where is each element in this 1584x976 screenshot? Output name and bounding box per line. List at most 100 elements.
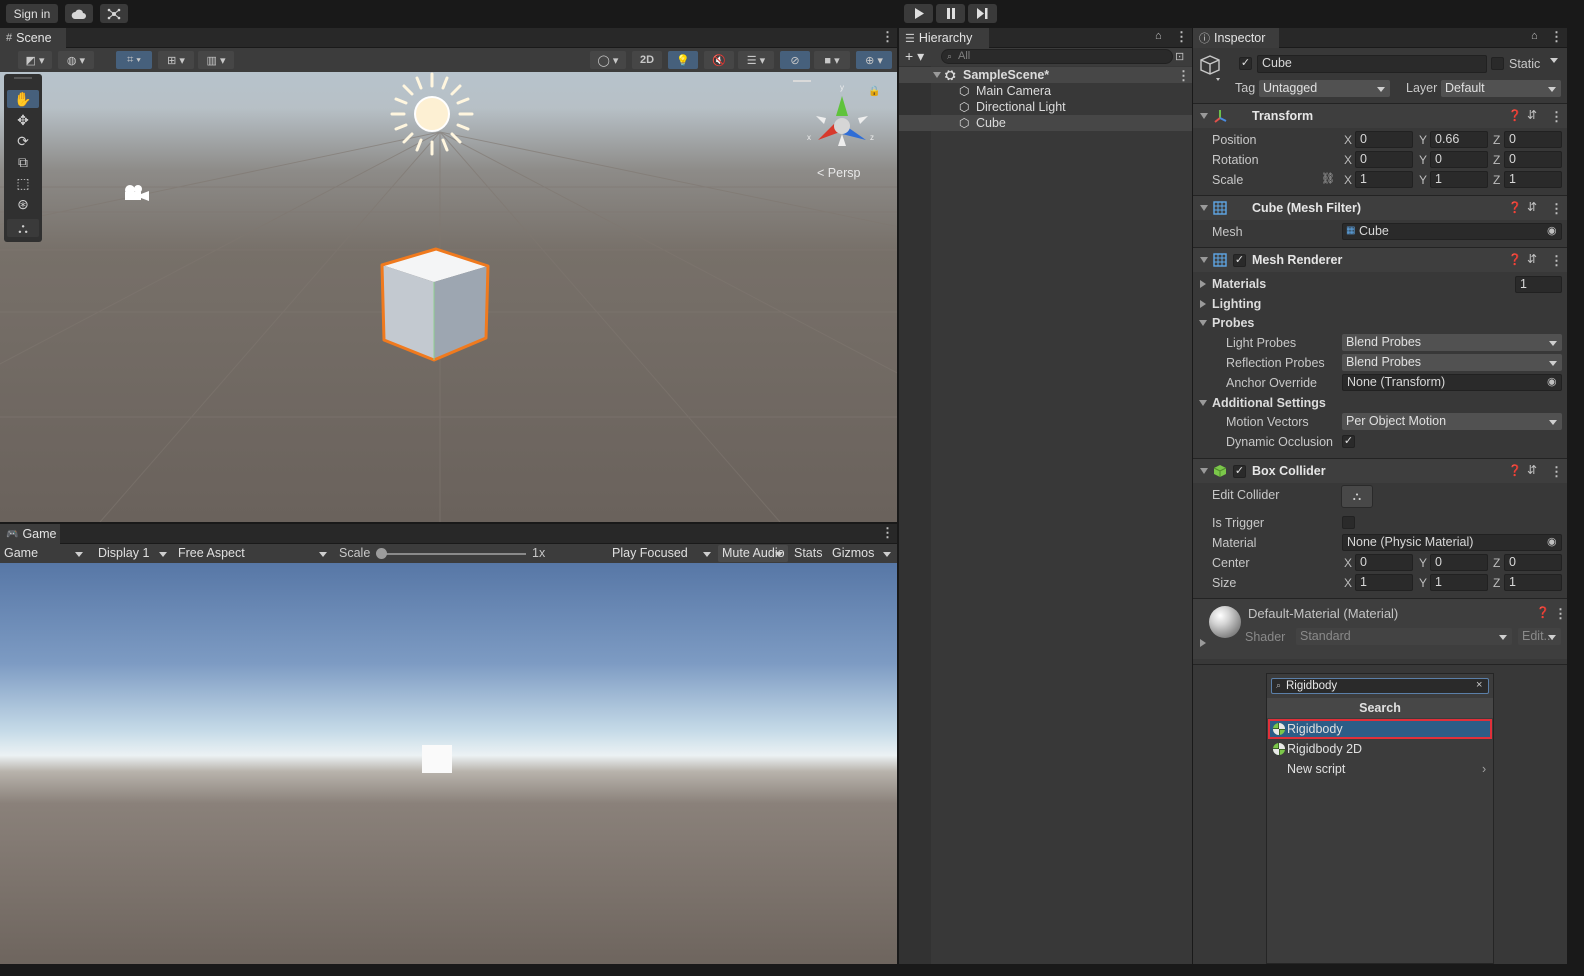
layer-dropdown[interactable]: Default	[1441, 80, 1561, 97]
additional-settings-foldout[interactable]: Additional Settings	[1212, 396, 1326, 410]
audio-toggle[interactable]: 🔇	[704, 51, 734, 69]
game-view-dropdown[interactable]: Game	[0, 545, 88, 562]
scene-row[interactable]: ⛭ SampleScene* ⋮	[899, 67, 1192, 83]
presets-icon[interactable]: ⇵	[1527, 108, 1537, 122]
presets-icon[interactable]: ⇵	[1527, 252, 1537, 266]
effects-dropdown[interactable]: ☰ ▾	[738, 51, 774, 69]
hierarchy-lock-icon[interactable]: ⌂	[1155, 30, 1162, 42]
component-menu-icon[interactable]: ⋮	[1550, 110, 1563, 123]
tab-game[interactable]: 🎮 Game	[0, 524, 60, 544]
render-mode-dropdown[interactable]: ◍ ▾	[58, 51, 94, 69]
scene-menu-icon[interactable]: ⋮	[881, 30, 894, 43]
shader-dropdown[interactable]: Standard	[1296, 628, 1512, 645]
center-z-field[interactable]: 0	[1504, 554, 1562, 571]
scene-row-menu-icon[interactable]: ⋮	[1177, 69, 1190, 82]
expand-arrow-icon[interactable]	[1200, 639, 1206, 647]
aspect-dropdown[interactable]: Free Aspect	[174, 545, 332, 562]
hierarchy-menu-icon[interactable]: ⋮	[1175, 30, 1188, 43]
help-icon[interactable]: ❓	[1536, 606, 1550, 619]
scale-y-field[interactable]: 1	[1430, 171, 1488, 188]
expand-arrow-icon[interactable]	[1200, 280, 1206, 288]
scene-view[interactable]: y x z 🔒 < Persp	[0, 72, 897, 522]
dynamic-occlusion-checkbox[interactable]: ✓	[1342, 435, 1355, 448]
gizmos-game-dropdown[interactable]: Gizmos	[828, 545, 896, 562]
hierarchy-item[interactable]: ⬡ Main Camera	[899, 83, 1192, 99]
object-name-input[interactable]: Cube	[1257, 55, 1487, 73]
result-rigidbody[interactable]: Rigidbody	[1268, 719, 1492, 739]
component-menu-icon[interactable]: ⋮	[1550, 202, 1563, 215]
probes-foldout[interactable]: Probes	[1212, 316, 1254, 330]
scale-slider-track[interactable]	[380, 553, 526, 555]
constrain-proportions-icon[interactable]: ⛓	[1321, 172, 1335, 185]
hierarchy-item[interactable]: ⬡ Directional Light	[899, 99, 1192, 115]
center-y-field[interactable]: 0	[1430, 554, 1488, 571]
2d-toggle[interactable]: 2D	[632, 51, 662, 69]
reflection-probes-dropdown[interactable]: Blend Probes	[1342, 354, 1562, 371]
collapse-arrow-icon[interactable]	[1200, 257, 1208, 263]
scene-visibility-toggle[interactable]: ⊘	[780, 51, 810, 69]
help-icon[interactable]: ❓	[1508, 253, 1522, 266]
hierarchy-item-selected[interactable]: ⬡ Cube	[899, 115, 1192, 131]
orientation-gizmo[interactable]: y x z	[806, 82, 876, 152]
display-dropdown[interactable]: Display 1	[94, 545, 172, 562]
step-button[interactable]	[968, 4, 997, 23]
component-menu-icon[interactable]: ⋮	[1550, 254, 1563, 267]
gizmos-dropdown[interactable]: ⊕ ▾	[856, 51, 892, 69]
play-button[interactable]	[904, 4, 933, 23]
create-dropdown[interactable]: + ▾	[905, 48, 924, 65]
stats-toggle[interactable]: Stats	[794, 546, 823, 560]
component-menu-icon[interactable]: ⋮	[1550, 465, 1563, 478]
play-mode-dropdown[interactable]: Play Focused	[608, 545, 716, 562]
collapse-arrow-icon[interactable]	[1200, 205, 1208, 211]
move-tool-button[interactable]: ✥	[7, 111, 39, 129]
increment-snap-toggle[interactable]: ⊞ ▾	[158, 51, 194, 69]
shader-edit-button[interactable]: Edit...	[1518, 628, 1561, 645]
tab-inspector[interactable]: ⓘ Inspector	[1193, 28, 1279, 48]
transform-tool-button[interactable]: ⊛	[7, 195, 39, 213]
object-picker-icon[interactable]: ◉	[1547, 224, 1557, 237]
scale-x-field[interactable]: 1	[1355, 171, 1413, 188]
inspector-menu-icon[interactable]: ⋮	[1550, 30, 1563, 43]
presets-icon[interactable]: ⇵	[1527, 463, 1537, 477]
expand-arrow-icon[interactable]	[933, 72, 941, 78]
box-collider-enabled-checkbox[interactable]: ✓	[1233, 465, 1246, 478]
position-y-field[interactable]: 0.66	[1430, 131, 1488, 148]
is-trigger-checkbox[interactable]	[1342, 516, 1355, 529]
custom-tool-button[interactable]: ⛬	[7, 219, 39, 237]
size-z-field[interactable]: 1	[1504, 574, 1562, 591]
rotation-x-field[interactable]: 0	[1355, 151, 1413, 168]
scale-z-field[interactable]: 1	[1504, 171, 1562, 188]
rotation-y-field[interactable]: 0	[1430, 151, 1488, 168]
hand-tool-button[interactable]: ✋	[7, 90, 39, 108]
lighting-foldout[interactable]: Lighting	[1212, 297, 1261, 311]
expand-arrow-icon[interactable]	[1200, 300, 1206, 308]
collider-material-field[interactable]: None (Physic Material)	[1342, 534, 1562, 551]
static-dropdown-arrow[interactable]	[1550, 58, 1558, 63]
collapse-arrow-icon[interactable]	[1200, 113, 1208, 119]
hierarchy-search-input[interactable]: All	[941, 49, 1173, 64]
collapse-arrow-icon[interactable]	[1199, 320, 1207, 326]
rotate-tool-button[interactable]: ⟳	[7, 132, 39, 150]
rect-tool-button[interactable]: ⬚	[7, 174, 39, 192]
help-icon[interactable]: ❓	[1508, 109, 1522, 122]
center-x-field[interactable]: 0	[1355, 554, 1413, 571]
gizmo-lock-icon[interactable]: 🔒	[868, 86, 880, 97]
mesh-renderer-enabled-checkbox[interactable]: ✓	[1233, 254, 1246, 267]
scale-slider-thumb[interactable]	[376, 548, 387, 559]
object-picker-icon[interactable]: ◉	[1547, 535, 1557, 548]
light-probes-dropdown[interactable]: Blend Probes	[1342, 334, 1562, 351]
active-checkbox[interactable]: ✓	[1239, 57, 1252, 70]
inspector-lock-icon[interactable]: ⌂	[1531, 30, 1538, 42]
edit-collider-button[interactable]: ⛬	[1341, 485, 1373, 508]
lighting-toggle[interactable]: 💡	[668, 51, 698, 69]
help-icon[interactable]: ❓	[1508, 464, 1522, 477]
materials-count-field[interactable]: 1	[1515, 276, 1562, 293]
tool-palette-grip[interactable]	[14, 77, 32, 79]
position-z-field[interactable]: 0	[1504, 131, 1562, 148]
motion-vectors-dropdown[interactable]: Per Object Motion	[1342, 413, 1562, 430]
material-menu-icon[interactable]: ⋮	[1554, 607, 1567, 620]
position-x-field[interactable]: 0	[1355, 131, 1413, 148]
mesh-field[interactable]: Cube	[1342, 223, 1562, 240]
tab-scene[interactable]: # Scene	[0, 28, 66, 48]
game-menu-icon[interactable]: ⋮	[881, 526, 894, 539]
